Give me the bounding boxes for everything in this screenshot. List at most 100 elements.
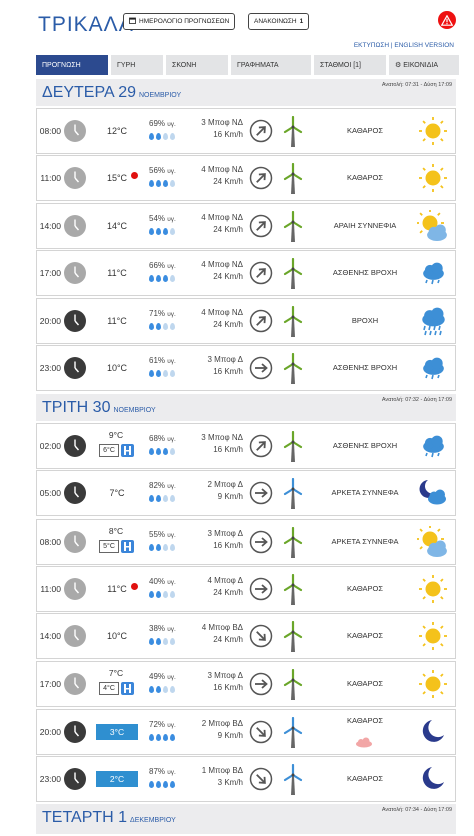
suncloud-icon bbox=[416, 209, 449, 242]
drop-icon bbox=[163, 228, 168, 235]
calendar-icon bbox=[129, 17, 136, 26]
drop-icon bbox=[156, 638, 161, 645]
humidity-unit: υγ. bbox=[167, 311, 176, 318]
temperature-max: 7°C bbox=[108, 668, 124, 678]
print-link[interactable]: ΕΚΤΥΠΩΣΗ bbox=[354, 42, 389, 49]
drop-icon bbox=[156, 734, 161, 741]
humidity: 82% υγ. bbox=[149, 481, 176, 490]
drop-icon bbox=[156, 686, 161, 693]
wind-direction-icon bbox=[249, 309, 273, 333]
rain-drops bbox=[149, 448, 175, 455]
temperature-cold-badge: 3°C bbox=[96, 724, 138, 740]
sun-icon bbox=[417, 115, 449, 147]
weather-description: ΑΡΚΕΤΑ ΣΥΝΝΕΦΑ bbox=[331, 537, 399, 546]
forecast-row: 23:00 10°C 61% υγ. 3 Μποφ Δ 16 Km/h ΑΣΘΕΝΗΣ Β… bbox=[36, 345, 456, 391]
wind-turbine-icon bbox=[283, 210, 303, 243]
humidity-value: 49% bbox=[149, 672, 166, 681]
sunrise-sunset: Ανατολή: 07:31 - Δύση 17:09 bbox=[381, 82, 452, 88]
wind-beaufort: 4 Μποφ ΝΔ bbox=[201, 213, 243, 222]
drop-icon bbox=[163, 370, 168, 377]
forecast-row: 11:00 15°C 56% υγ. 4 Μποφ ΝΔ 24 Km/h ΚΑΘΑΡΟΣ bbox=[36, 155, 456, 201]
wind-direction-icon bbox=[249, 767, 273, 791]
clock-icon bbox=[64, 120, 86, 142]
wind-speed: 16 Km/h bbox=[213, 683, 243, 692]
forecast-row: 20:00 11°C 71% υγ. 4 Μποφ ΝΔ 24 Km/h ΒΡΟΧΗ bbox=[36, 298, 456, 344]
day-header: ΤΡΙΤΗ 30 ΝΟΕΜΒΡΙΟΥ Ανατολή: 07:32 - Δύση 1… bbox=[36, 394, 456, 421]
humidity-unit: υγ. bbox=[167, 358, 176, 365]
humidity-value: 72% bbox=[149, 720, 166, 729]
clock-icon bbox=[64, 215, 86, 237]
wind-speed: 24 Km/h bbox=[213, 177, 243, 186]
drop-icon bbox=[156, 591, 161, 598]
row-time: 11:00 bbox=[40, 173, 61, 183]
row-time: 23:00 bbox=[39, 363, 61, 373]
wind-info: 2 Μποφ Δ 9 Km/h bbox=[183, 479, 243, 503]
wind-info: 3 Μποφ ΝΔ 16 Km/h bbox=[183, 117, 243, 141]
drop-icon bbox=[163, 734, 168, 741]
temperature-min: 4°C bbox=[99, 682, 119, 695]
tab-charts[interactable]: ΓΡΑΦΗΜΑΤΑ bbox=[231, 55, 311, 75]
clock-icon bbox=[64, 262, 86, 284]
rain-drops bbox=[149, 638, 175, 645]
heavyrain-icon bbox=[417, 305, 449, 337]
drop-icon bbox=[170, 275, 175, 282]
temperature: 15°C bbox=[106, 173, 128, 183]
humidity-unit: υγ. bbox=[167, 436, 176, 443]
humidity-unit: υγ. bbox=[167, 168, 176, 175]
row-time: 08:00 bbox=[39, 537, 61, 547]
humidity-value: 40% bbox=[149, 577, 166, 586]
drop-icon bbox=[156, 495, 161, 502]
weather-description: ΑΣΘΕΝΗΣ ΒΡΟΧΗ bbox=[332, 268, 398, 277]
forecast-row: 23:00 2°C 87% υγ. 1 Μποφ ΒΔ 3 Km/h ΚΑΘΑΡΟΣ bbox=[36, 756, 456, 802]
warning-icon[interactable] bbox=[438, 11, 456, 29]
weather-description: ΑΡΚΕΤΑ ΣΥΝΝΕΦΑ bbox=[331, 488, 399, 497]
announcement-button[interactable]: ΑΝΑΚΟΙΝΩΣΗ 1 bbox=[248, 13, 310, 30]
wind-speed: 24 Km/h bbox=[213, 272, 243, 281]
drop-icon bbox=[163, 323, 168, 330]
drop-icon bbox=[170, 544, 175, 551]
row-time: 02:00 bbox=[39, 441, 61, 451]
tab-pollen[interactable]: ΓΥΡΗ bbox=[111, 55, 163, 75]
rain-icon bbox=[417, 352, 449, 384]
wind-beaufort: 2 Μποφ Δ bbox=[207, 480, 243, 489]
humidity-value: 38% bbox=[149, 624, 166, 633]
clock-icon bbox=[64, 310, 86, 332]
forecast-row: 08:00 12°C 69% υγ. 3 Μποφ ΝΔ 16 Km/h ΚΑΘΑΡΟΣ bbox=[36, 108, 456, 154]
drop-icon bbox=[156, 180, 161, 187]
wind-speed: 9 Km/h bbox=[217, 731, 243, 740]
temperature: 10°C bbox=[106, 631, 128, 641]
wind-beaufort: 3 Μποφ Δ bbox=[207, 671, 243, 680]
forecast-row: 02:00 9°C 6°C 68% υγ. 3 Μποφ ΝΔ 16 Km/h ΑΣΘΕΝΗ… bbox=[36, 423, 456, 469]
wind-direction-icon bbox=[249, 720, 273, 744]
english-version-link[interactable]: ENGLISH VERSION bbox=[394, 42, 454, 49]
humidity-value: 71% bbox=[149, 309, 166, 318]
drop-icon bbox=[163, 275, 168, 282]
humidity-value: 54% bbox=[149, 214, 166, 223]
tab-forecast[interactable]: ΠΡΟΓΝΩΣΗ bbox=[36, 55, 108, 75]
drop-icon bbox=[170, 323, 175, 330]
wind-turbine-icon bbox=[283, 763, 303, 796]
wind-info: 3 Μποφ ΝΔ 16 Km/h bbox=[183, 432, 243, 456]
rain-drops bbox=[149, 544, 175, 551]
calendar-button[interactable]: ΗΜΕΡΟΛΟΓΙΟ ΠΡΟΓΝΩΣΕΩΝ bbox=[123, 13, 236, 30]
humidity: 71% υγ. bbox=[149, 309, 176, 318]
rain-drops bbox=[149, 734, 175, 741]
clock-icon bbox=[64, 673, 86, 695]
forecast-row: 11:00 11°C 40% υγ. 4 Μποφ Δ 24 Km/h ΚΑΘΑΡΟΣ bbox=[36, 566, 456, 612]
weather-description: ΚΑΘΑΡΟΣ bbox=[346, 631, 384, 640]
tab-icons[interactable]: ⚙ ΕΙΚΟΝΙΔΙΑ bbox=[389, 55, 459, 75]
row-time: 14:00 bbox=[39, 221, 61, 231]
forecast-row: 14:00 10°C 38% υγ. 4 Μποφ ΒΔ 24 Km/h ΚΑΘΑΡΟΣ bbox=[36, 613, 456, 659]
wind-direction-icon bbox=[249, 481, 273, 505]
rain-drops bbox=[149, 228, 175, 235]
wind-info: 3 Μποφ Δ 16 Km/h bbox=[183, 670, 243, 694]
rain-drops bbox=[149, 781, 175, 788]
tab-dust[interactable]: ΣΚΟΝΗ bbox=[166, 55, 228, 75]
wind-beaufort: 4 Μποφ Δ bbox=[207, 576, 243, 585]
temperature: 12°C bbox=[106, 126, 128, 136]
day-name: ΤΕΤΑΡΤΗ 1 ΔΕΚΕΜΒΡΙΟΥ bbox=[42, 809, 176, 827]
tab-stations[interactable]: ΣΤΑΘΜΟΙ [1] bbox=[314, 55, 386, 75]
wind-speed: 3 Km/h bbox=[217, 778, 243, 787]
clock-icon bbox=[64, 167, 86, 189]
drop-icon bbox=[163, 638, 168, 645]
